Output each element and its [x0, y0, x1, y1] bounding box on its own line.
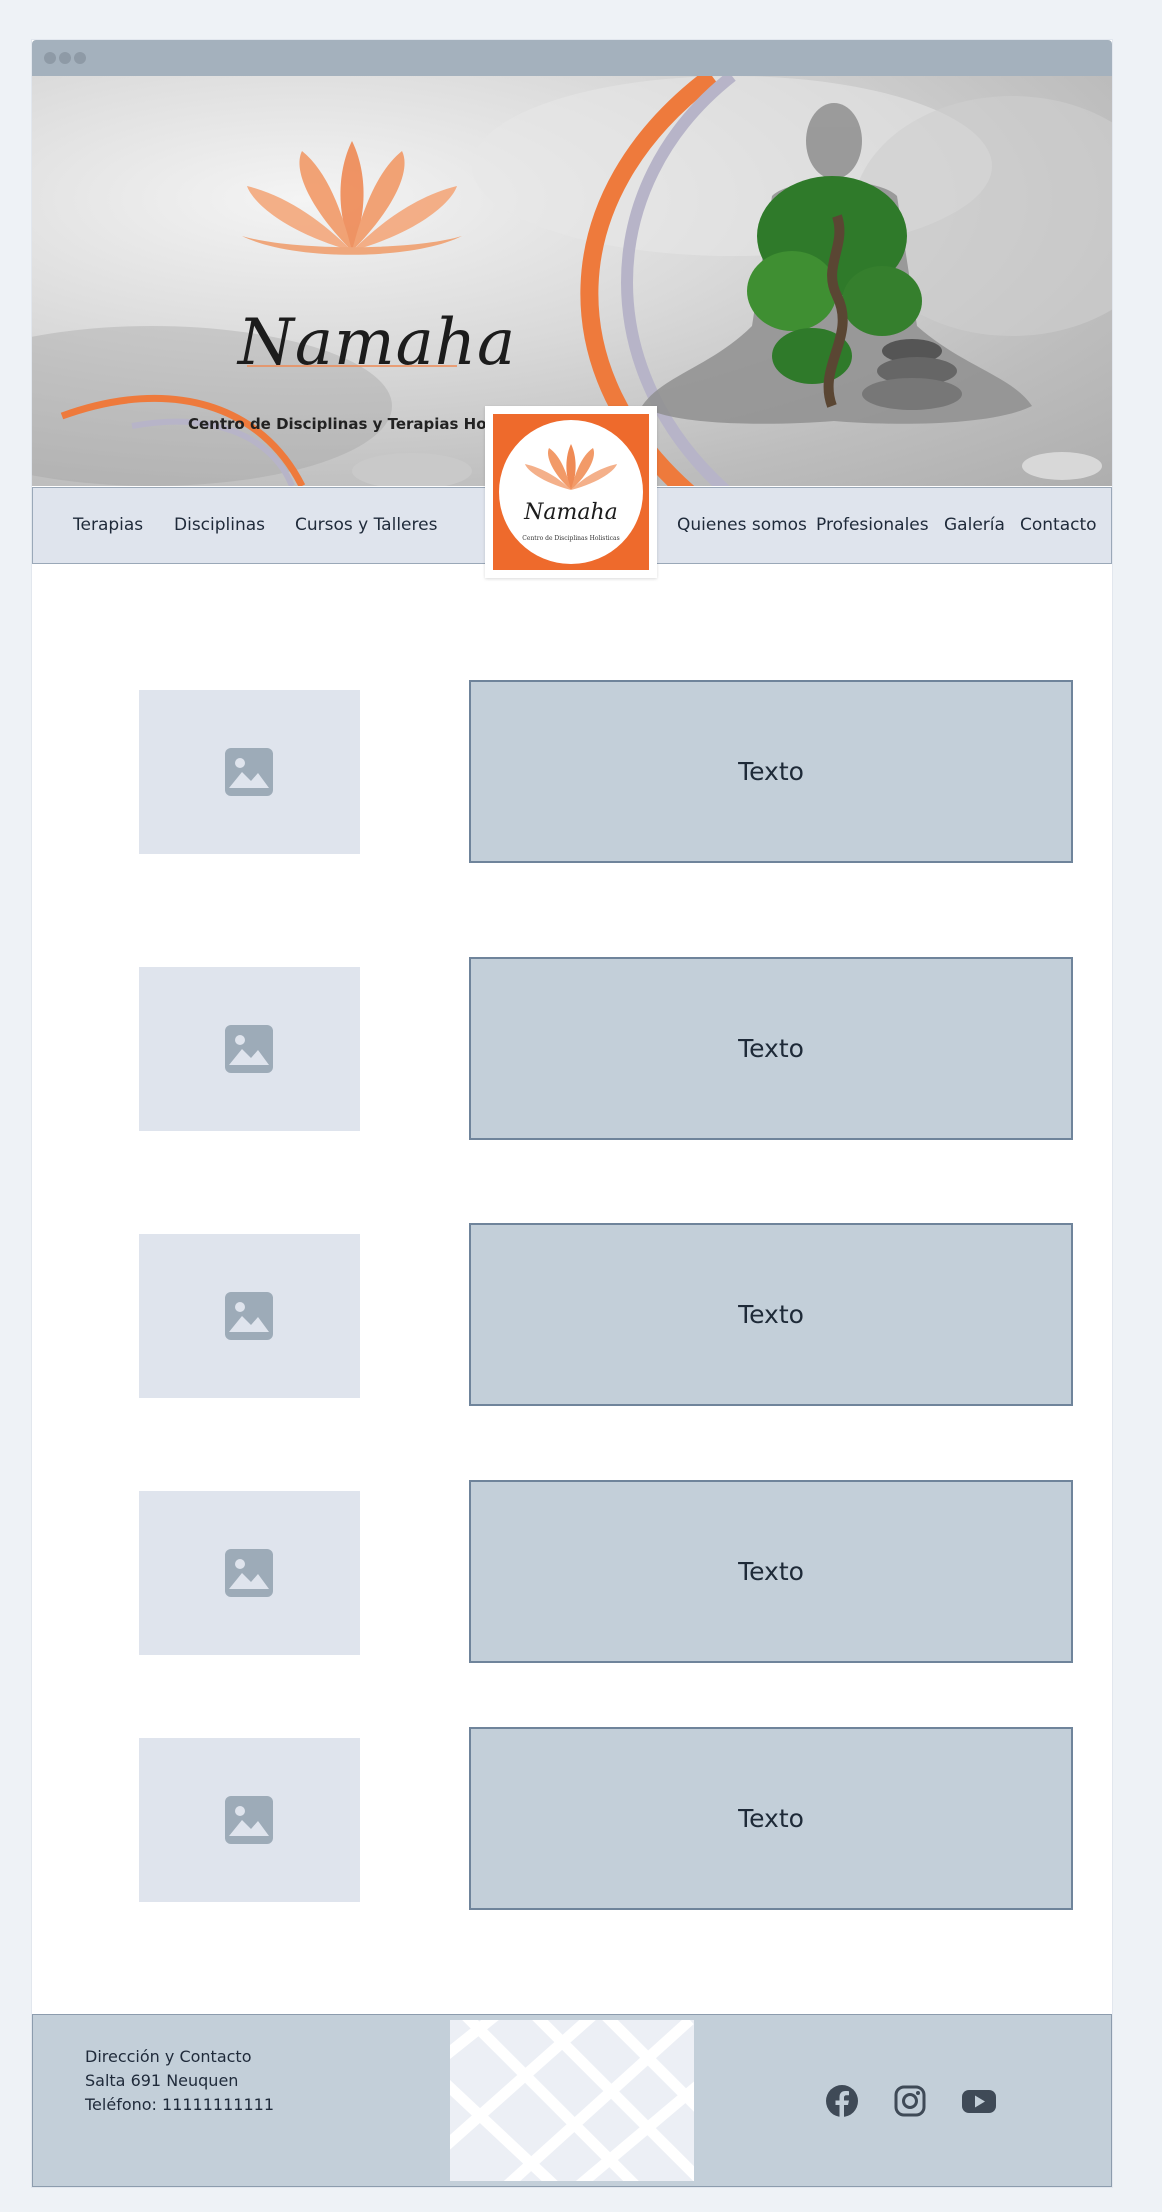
- logo-circle: Namaha Centro de Disciplinas Holisticas: [499, 420, 643, 564]
- image-placeholder-icon: [225, 1549, 273, 1597]
- window-dot[interactable]: [59, 52, 71, 64]
- image-placeholder: [139, 690, 360, 854]
- image-placeholder-icon: [225, 748, 273, 796]
- instagram-icon[interactable]: [893, 2084, 927, 2118]
- phone: Teléfono: 11111111111: [85, 2095, 274, 2114]
- text-block: Texto: [469, 957, 1073, 1140]
- map-streets: [450, 2020, 694, 2181]
- logo-background: Namaha Centro de Disciplinas Holisticas: [493, 414, 649, 570]
- nav-item-profesionales[interactable]: Profesionales: [816, 515, 929, 535]
- window-dot[interactable]: [44, 52, 56, 64]
- map[interactable]: [450, 2020, 694, 2181]
- logo-tagline: Centro de Disciplinas Holisticas: [522, 535, 620, 542]
- nav-item-contacto[interactable]: Contacto: [1020, 515, 1097, 535]
- brand-name: Namaha: [237, 306, 517, 380]
- text-block: Texto: [469, 680, 1073, 863]
- facebook-icon[interactable]: [825, 2084, 859, 2118]
- image-placeholder: [139, 1234, 360, 1398]
- nav-item-quienes-somos[interactable]: Quienes somos: [677, 515, 807, 535]
- address: Salta 691 Neuquen: [85, 2071, 239, 2090]
- window-dot[interactable]: [74, 52, 86, 64]
- image-placeholder-icon: [225, 1025, 273, 1073]
- nav-item-disciplinas[interactable]: Disciplinas: [174, 515, 265, 535]
- text-block: Texto: [469, 1223, 1073, 1406]
- image-placeholder: [139, 1491, 360, 1655]
- text-block: Texto: [469, 1727, 1073, 1910]
- image-placeholder: [139, 1738, 360, 1902]
- nav-item-galeria[interactable]: Galería: [944, 515, 1005, 535]
- image-placeholder: [139, 967, 360, 1131]
- footer-contact: Dirección y Contacto Salta 691 Neuquen T…: [85, 2045, 274, 2117]
- image-placeholder-icon: [225, 1292, 273, 1340]
- logo-name: Namaha: [524, 500, 618, 525]
- nav-item-terapias[interactable]: Terapias: [73, 515, 143, 535]
- footer: Dirección y Contacto Salta 691 Neuquen T…: [32, 2014, 1112, 2187]
- window-titlebar: [32, 40, 1112, 76]
- text-block: Texto: [469, 1480, 1073, 1663]
- lotus-icon: [525, 444, 617, 490]
- youtube-icon[interactable]: [961, 2084, 997, 2118]
- image-placeholder-icon: [225, 1796, 273, 1844]
- browser-window: Namaha Centro de Disciplinas y Terapias …: [32, 40, 1112, 2187]
- nav-item-cursos[interactable]: Cursos y Talleres: [295, 515, 437, 535]
- logo[interactable]: Namaha Centro de Disciplinas Holisticas: [485, 406, 657, 578]
- contact-title: Dirección y Contacto: [85, 2047, 252, 2066]
